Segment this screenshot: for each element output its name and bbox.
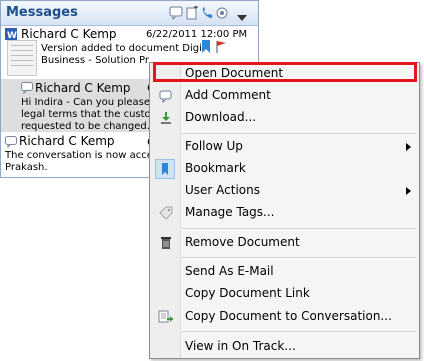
menu-item-label: Remove Document bbox=[185, 235, 300, 249]
menu-item-label: Add Comment bbox=[185, 88, 271, 102]
menu-item-remove-document[interactable]: Remove Document bbox=[150, 232, 419, 254]
comment-icon[interactable] bbox=[169, 6, 183, 21]
menu-separator bbox=[182, 228, 416, 229]
svg-text:W: W bbox=[7, 31, 17, 40]
menu-item-label: Bookmark bbox=[185, 161, 246, 175]
message-text: requested to be changed. bbox=[21, 121, 150, 132]
panel-header: Messages bbox=[1, 1, 258, 26]
message-author: Richard C Kemp bbox=[35, 81, 131, 95]
message-author: Richard C Kemp bbox=[19, 134, 115, 148]
add-document-icon[interactable] bbox=[185, 5, 199, 20]
tag-icon bbox=[158, 205, 174, 221]
menu-separator bbox=[182, 133, 416, 134]
bookmark-icon bbox=[155, 159, 175, 179]
menu-item-label: View in On Track... bbox=[185, 339, 296, 353]
menu-item-copy-document-to-conversation[interactable]: Copy Document to Conversation... bbox=[150, 306, 419, 328]
menu-item-download[interactable]: Download... bbox=[150, 107, 419, 129]
menu-item-label: User Actions bbox=[185, 183, 260, 197]
menu-separator bbox=[182, 257, 416, 258]
menu-item-label: Send As E-Mail bbox=[185, 264, 274, 278]
highlight-box bbox=[153, 62, 417, 82]
menu-item-copy-document-link[interactable]: Copy Document Link bbox=[150, 283, 419, 305]
panel-title: Messages bbox=[6, 5, 78, 20]
message-text: Business - Solution Proposal.doc bbox=[41, 55, 149, 66]
settings-icon[interactable] bbox=[215, 6, 229, 20]
message-text: The conversation is now accessible bbox=[5, 150, 155, 161]
menu-item-label: Copy Document Link bbox=[185, 286, 310, 300]
comment-icon bbox=[158, 88, 174, 104]
message-text: legal terms that the customer h bbox=[21, 109, 151, 120]
flag-icon[interactable] bbox=[215, 40, 227, 54]
submenu-arrow-icon bbox=[406, 143, 411, 151]
trash-icon bbox=[158, 235, 174, 251]
message-date: 6/22/2011 12:00 PM bbox=[146, 29, 248, 40]
menu-item-label: Copy Document to Conversation... bbox=[185, 309, 392, 323]
comment-icon bbox=[5, 136, 17, 149]
message-text: Hi Indira - Can you please revi bbox=[21, 97, 151, 108]
menu-item-bookmark[interactable]: Bookmark bbox=[150, 158, 419, 180]
context-menu: Open Document Add Comment Download... Fo… bbox=[149, 62, 420, 359]
menu-item-manage-tags[interactable]: Manage Tags... bbox=[150, 202, 419, 224]
menu-item-label: Download... bbox=[185, 110, 257, 124]
word-doc-icon: W bbox=[5, 28, 17, 41]
document-thumbnail bbox=[7, 40, 37, 76]
bookmark-icon[interactable] bbox=[201, 40, 211, 54]
message-author: Richard C Kemp bbox=[21, 27, 117, 41]
menu-item-send-as-email[interactable]: Send As E-Mail bbox=[150, 261, 419, 283]
menu-item-label: Follow Up bbox=[185, 139, 243, 153]
menu-separator bbox=[182, 331, 416, 332]
message-text: Version added to document Digital bbox=[41, 43, 201, 54]
menu-item-add-comment[interactable]: Add Comment bbox=[150, 85, 419, 107]
dropdown-icon[interactable] bbox=[237, 10, 251, 24]
comment-icon bbox=[21, 82, 33, 95]
submenu-arrow-icon bbox=[406, 187, 411, 195]
menu-item-user-actions[interactable]: User Actions bbox=[150, 180, 419, 202]
menu-item-label: Manage Tags... bbox=[185, 205, 275, 219]
download-icon bbox=[158, 110, 174, 126]
message-text: Prakash. bbox=[5, 162, 48, 173]
menu-item-follow-up[interactable]: Follow Up bbox=[150, 136, 419, 158]
phone-icon[interactable] bbox=[200, 6, 214, 20]
copy-to-conversation-icon bbox=[158, 309, 174, 325]
menu-item-view-in-on-track[interactable]: View in On Track... bbox=[150, 336, 419, 358]
